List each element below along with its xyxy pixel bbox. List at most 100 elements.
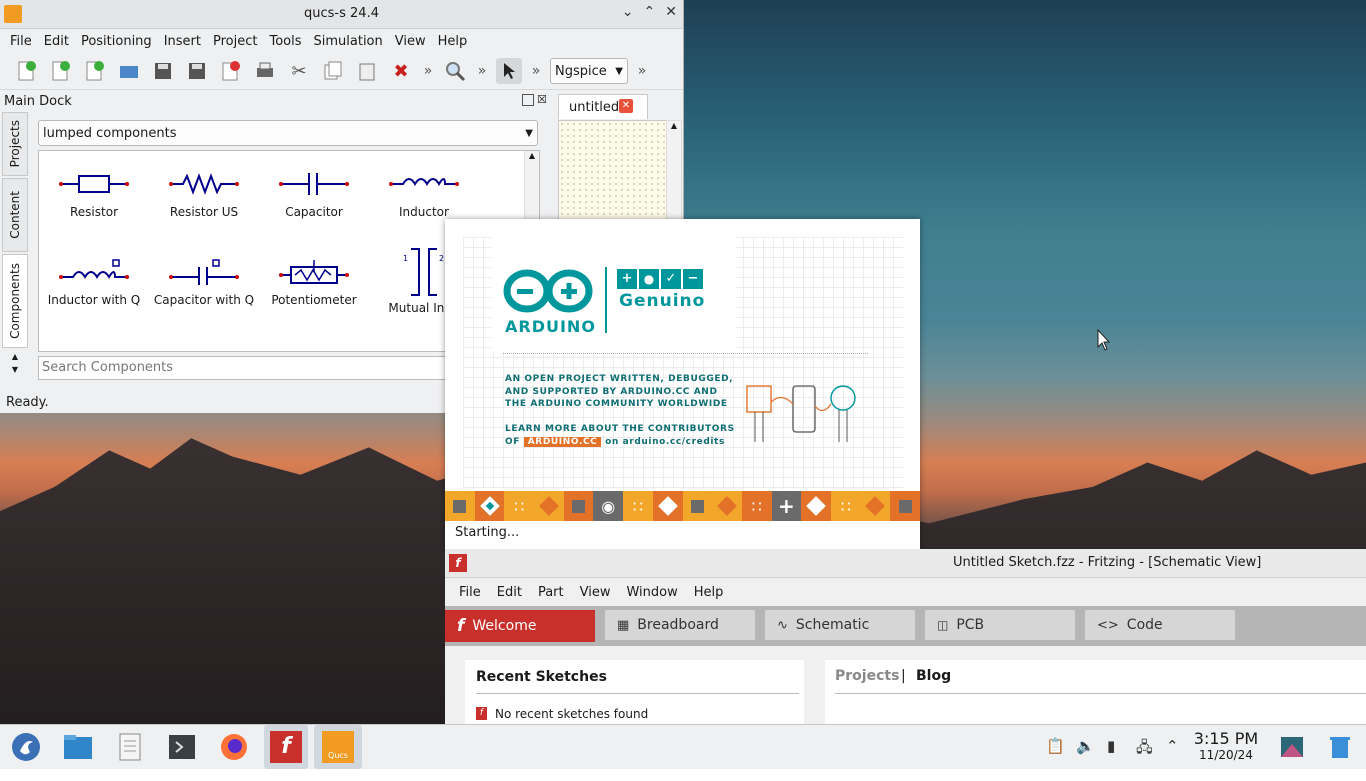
tab-schematic[interactable]: ∿ Schematic bbox=[765, 610, 915, 640]
volume-icon[interactable]: 🔈 bbox=[1076, 737, 1095, 755]
component-capacitor-with-q[interactable]: Capacitor with Q bbox=[149, 259, 259, 307]
close-document-icon[interactable] bbox=[218, 58, 244, 84]
trash-icon[interactable] bbox=[1324, 731, 1356, 763]
diamond-icon bbox=[652, 491, 683, 521]
menu-insert[interactable]: Insert bbox=[158, 34, 207, 49]
tab-pcb[interactable]: ◫ PCB bbox=[925, 610, 1075, 640]
scroll-up-icon[interactable]: ▲ bbox=[525, 151, 539, 160]
tab-breadboard[interactable]: ▦ Breadboard bbox=[605, 610, 755, 640]
close-icon[interactable]: ✕ bbox=[665, 4, 677, 20]
cut-icon[interactable]: ✂ bbox=[286, 58, 312, 84]
overflow-chevron-icon[interactable]: » bbox=[422, 58, 434, 84]
dock-close-icon[interactable]: ☒ bbox=[537, 93, 547, 106]
tab-projects[interactable]: Projects bbox=[2, 112, 28, 176]
fritzing-titlebar[interactable]: f Untitled Sketch.fzz - Fritzing - [Sche… bbox=[445, 549, 1366, 578]
component-label: Inductor with Q bbox=[47, 293, 141, 307]
fz-menu-window[interactable]: Window bbox=[618, 585, 685, 600]
schematic-canvas[interactable] bbox=[558, 120, 668, 220]
save-icon[interactable] bbox=[150, 58, 176, 84]
fritzing-taskbar-icon[interactable]: f bbox=[264, 725, 308, 769]
potentiometer-icon bbox=[279, 260, 349, 284]
code-icon: <> bbox=[1097, 617, 1119, 633]
dock-float-icon[interactable] bbox=[522, 94, 534, 106]
schematic-scrollbar[interactable]: ▲ bbox=[666, 120, 682, 220]
clock[interactable]: 3:15 PM 11/20/24 bbox=[1190, 729, 1262, 762]
search-components-input[interactable]: Search Components bbox=[38, 356, 463, 380]
overflow-chevron-icon[interactable]: » bbox=[476, 58, 488, 84]
qucs-taskbar-icon[interactable]: Qucs bbox=[314, 725, 362, 769]
fz-menu-help[interactable]: Help bbox=[686, 585, 732, 600]
clock-date: 11/20/24 bbox=[1199, 748, 1253, 762]
component-potentiometer[interactable]: Potentiometer bbox=[259, 259, 369, 307]
blog-link[interactable]: Blog bbox=[916, 668, 951, 684]
component-resistor[interactable]: Resistor bbox=[39, 171, 149, 219]
print-icon[interactable] bbox=[252, 58, 278, 84]
firefox-icon[interactable] bbox=[218, 731, 250, 763]
fritzing-menubar: File Edit Part View Window Help bbox=[445, 578, 1366, 606]
select-pointer-icon[interactable] bbox=[496, 58, 522, 84]
file-manager-icon[interactable] bbox=[62, 731, 94, 763]
delete-icon[interactable]: ✖ bbox=[388, 58, 414, 84]
app-launcher-icon[interactable] bbox=[10, 731, 42, 763]
tab-content[interactable]: Content bbox=[2, 178, 28, 252]
menu-tools[interactable]: Tools bbox=[263, 34, 307, 49]
fz-menu-file[interactable]: File bbox=[451, 585, 489, 600]
component-capacitor[interactable]: Capacitor bbox=[259, 171, 369, 219]
open-icon[interactable] bbox=[116, 58, 142, 84]
copy-icon[interactable] bbox=[320, 58, 346, 84]
component-inductor-with-q[interactable]: Inductor with Q bbox=[39, 259, 149, 307]
clipboard-icon[interactable]: 📋 bbox=[1046, 737, 1065, 755]
component-inductor[interactable]: Inductor bbox=[369, 171, 479, 219]
usb-icon[interactable]: ▮ bbox=[1107, 737, 1115, 755]
overflow-chevron-icon[interactable]: » bbox=[636, 58, 648, 84]
simulator-select[interactable]: Ngspice ▼ bbox=[550, 58, 628, 84]
zoom-icon[interactable] bbox=[442, 58, 468, 84]
minus-icon: − bbox=[683, 269, 703, 289]
maximize-icon[interactable]: ⌃ bbox=[644, 4, 656, 20]
minimize-icon[interactable]: ⌄ bbox=[622, 4, 634, 20]
component-resistor-us[interactable]: Resistor US bbox=[149, 171, 259, 219]
menu-project[interactable]: Project bbox=[207, 34, 263, 49]
new-schematic-icon[interactable] bbox=[14, 58, 40, 84]
diamond-icon bbox=[712, 491, 742, 521]
arduino-cc-badge: ARDUINO.CC bbox=[523, 437, 602, 447]
menu-edit[interactable]: Edit bbox=[38, 34, 75, 49]
menu-positioning[interactable]: Positioning bbox=[75, 34, 158, 49]
paste-icon[interactable] bbox=[354, 58, 380, 84]
qucs-titlebar[interactable]: qucs-s 24.4 ⌄ ⌃ ✕ bbox=[0, 0, 683, 29]
new-text-icon[interactable] bbox=[48, 58, 74, 84]
fz-menu-view[interactable]: View bbox=[572, 585, 619, 600]
pcb-icon: ◫ bbox=[937, 618, 949, 632]
tabs-scroll-up-icon[interactable]: ▲ bbox=[2, 352, 28, 361]
plus-icon: + bbox=[617, 269, 637, 289]
close-tab-icon[interactable]: ✕ bbox=[619, 99, 633, 113]
projects-link[interactable]: Projects bbox=[835, 668, 899, 684]
save-all-icon[interactable] bbox=[184, 58, 210, 84]
component-label: Resistor bbox=[70, 205, 118, 219]
component-label: Potentiometer bbox=[271, 293, 357, 307]
credits-suffix: on arduino.cc/credits bbox=[605, 437, 725, 447]
tab-components[interactable]: Components bbox=[2, 254, 28, 348]
tab-code[interactable]: <> Code bbox=[1085, 610, 1235, 640]
recent-sketches-panel: Recent Sketches f No recent sketches fou… bbox=[465, 660, 804, 724]
menu-simulation[interactable]: Simulation bbox=[308, 34, 389, 49]
show-desktop-icon[interactable] bbox=[1276, 731, 1308, 763]
chevron-down-icon: ▼ bbox=[525, 127, 533, 139]
new-symbol-icon[interactable] bbox=[82, 58, 108, 84]
tabs-scroll-down-icon[interactable]: ▼ bbox=[2, 365, 28, 374]
tab-welcome[interactable]: f Welcome bbox=[445, 610, 595, 642]
text-editor-icon[interactable] bbox=[114, 731, 146, 763]
menu-file[interactable]: File bbox=[4, 34, 38, 49]
tab-untitled[interactable]: untitled ✕ bbox=[558, 94, 648, 119]
tray-expand-icon[interactable]: ⌃ bbox=[1166, 737, 1179, 755]
menu-help[interactable]: Help bbox=[432, 34, 474, 49]
component-category-select[interactable]: lumped components ▼ bbox=[38, 120, 538, 146]
qucs-taskbar-label: Qucs bbox=[322, 731, 354, 763]
menu-view[interactable]: View bbox=[389, 34, 432, 49]
overflow-chevron-icon[interactable]: » bbox=[530, 58, 542, 84]
network-icon[interactable]: 🖧 bbox=[1136, 737, 1153, 762]
credits-prefix: OF bbox=[505, 437, 520, 447]
fz-menu-edit[interactable]: Edit bbox=[489, 585, 530, 600]
terminal-icon[interactable] bbox=[166, 731, 198, 763]
fz-menu-part[interactable]: Part bbox=[530, 585, 572, 600]
